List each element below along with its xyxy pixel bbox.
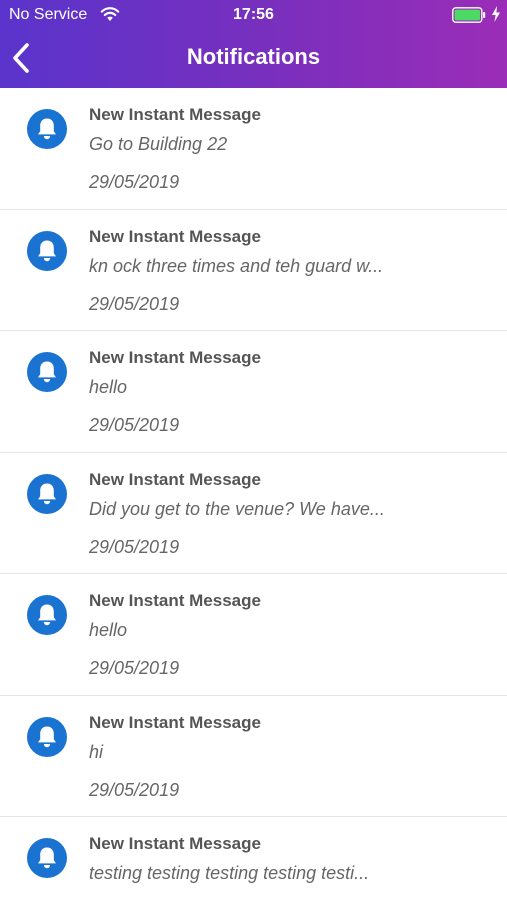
notification-list: New Instant Message Go to Building 22 29… [0,88,507,900]
notification-message: testing testing testing testing testi... [89,863,370,883]
bell-icon [27,716,67,757]
notification-title: New Instant Message [89,834,261,853]
notification-item[interactable]: New Instant Message kn ock three times a… [0,209,507,331]
bell-icon [27,838,67,878]
notification-message: Go to Building 22 [89,134,228,154]
notification-message: kn ock three times and teh guard w... [89,255,384,276]
notification-date: 29/05/2019 [89,536,180,557]
status-time: 17:56 [233,6,274,23]
notification-title: New Instant Message [89,348,261,367]
notification-item[interactable]: New Instant Message testing testing test… [0,817,507,900]
status-bar: No Service 17:56 [0,0,507,30]
notification-message: hello [89,620,128,640]
notification-date: 29/05/2019 [89,293,180,314]
battery-icon [452,7,486,23]
bell-icon [27,109,67,149]
notification-message: hi [89,741,104,762]
notification-message: hello [89,377,128,397]
header: No Service 17:56 Notifications [0,0,507,88]
page-title: Notifications [186,44,321,69]
bell-icon [27,595,67,635]
notification-title: New Instant Message [89,712,261,732]
notification-title: New Instant Message [89,226,261,246]
notification-date: 29/05/2019 [89,172,180,192]
bell-icon [27,473,67,514]
notification-title: New Instant Message [89,469,261,489]
notification-date: 29/05/2019 [89,658,180,678]
notification-item[interactable]: New Instant Message Go to Building 22 29… [0,88,507,210]
nav-bar: Notifications [0,30,507,88]
notification-item[interactable]: New Instant Message hello 29/05/2019 [0,574,507,696]
notification-date: 29/05/2019 [89,415,180,435]
notification-message: Did you get to the venue? We have... [89,498,385,519]
back-button[interactable] [6,40,40,76]
notification-date: 29/05/2019 [89,779,180,800]
bell-icon [27,230,67,271]
notification-title: New Instant Message [89,105,261,124]
notification-item[interactable]: New Instant Message Did you get to the v… [0,452,507,574]
charging-bolt-icon [492,6,500,22]
notification-item[interactable]: New Instant Message hello 29/05/2019 [0,331,507,453]
bell-icon [27,352,67,392]
notification-item[interactable]: New Instant Message hi 29/05/2019 [0,695,507,817]
chevron-left-icon [13,43,29,73]
notification-title: New Instant Message [89,591,261,610]
